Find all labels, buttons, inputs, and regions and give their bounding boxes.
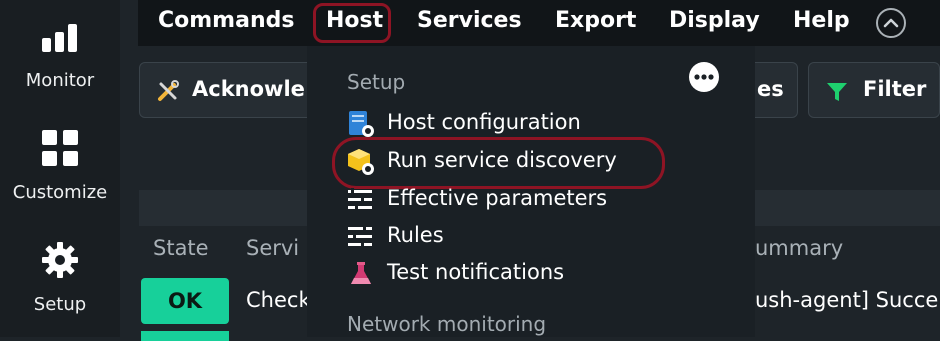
collapse-menu-button[interactable] xyxy=(876,8,906,38)
column-header-state[interactable]: State xyxy=(153,236,209,260)
menu-item-run-service-discovery[interactable]: Run service discovery xyxy=(347,146,747,178)
left-sidebar: Monitor Customize Setup xyxy=(0,0,120,337)
column-header-service[interactable]: Servi xyxy=(246,236,299,260)
host-config-icon xyxy=(349,111,374,137)
menu-item-host-configuration[interactable]: Host configuration xyxy=(347,108,747,140)
menu-help[interactable]: Help xyxy=(793,8,850,33)
menu-item-test-notifications[interactable]: Test notifications xyxy=(347,258,747,290)
menu-host[interactable]: Host xyxy=(326,8,383,33)
menu-display[interactable]: Display xyxy=(669,8,760,33)
parameters-icon xyxy=(348,188,372,211)
sidebar-label-customize: Customize xyxy=(12,182,108,203)
filter-label: Filter xyxy=(863,77,927,101)
sidebar-item-customize[interactable]: Customize xyxy=(0,112,120,224)
grid-icon xyxy=(42,130,78,166)
menu-item-label: Run service discovery xyxy=(387,148,617,172)
table-cell-service[interactable]: Check xyxy=(246,288,311,312)
menu-item-rules[interactable]: Rules xyxy=(347,221,747,253)
services-label: es xyxy=(757,77,784,101)
menu-item-label: Host configuration xyxy=(387,110,581,134)
filter-icon xyxy=(827,83,847,101)
flask-icon xyxy=(351,262,371,284)
menu-item-label: Effective parameters xyxy=(387,186,608,210)
sidebar-label-setup: Setup xyxy=(33,294,87,315)
section-heading-setup: Setup xyxy=(347,70,406,94)
menu-commands[interactable]: Commands xyxy=(158,8,294,33)
service-discovery-icon xyxy=(348,149,374,175)
menu-export[interactable]: Export xyxy=(555,8,636,33)
column-header-summary[interactable]: ummary xyxy=(755,236,843,260)
menu-item-label: Test notifications xyxy=(387,260,565,284)
menu-item-effective-parameters[interactable]: Effective parameters xyxy=(347,184,747,216)
acknowledge-label: Acknowle xyxy=(192,77,305,101)
more-options-button[interactable] xyxy=(689,62,719,92)
rules-icon xyxy=(348,225,372,248)
more-dots-icon xyxy=(694,74,714,80)
section-heading-network-monitoring: Network monitoring xyxy=(347,312,547,336)
status-badge-next xyxy=(141,331,229,341)
sidebar-item-setup[interactable]: Setup xyxy=(0,224,120,337)
status-badge: OK xyxy=(141,278,229,324)
filter-button[interactable]: Filter xyxy=(808,62,940,118)
host-dropdown-menu: Setup Host configuration Run service dis… xyxy=(307,46,755,337)
tools-icon xyxy=(158,80,179,101)
sidebar-item-monitor[interactable]: Monitor xyxy=(0,0,120,112)
menu-services[interactable]: Services xyxy=(417,8,522,33)
table-cell-summary: ush-agent] Succe xyxy=(755,288,939,312)
bar-chart-icon xyxy=(42,24,77,52)
chevron-up-icon xyxy=(883,18,899,28)
menu-item-label: Rules xyxy=(387,223,444,247)
gear-icon xyxy=(42,242,78,278)
sidebar-label-monitor: Monitor xyxy=(25,70,95,91)
